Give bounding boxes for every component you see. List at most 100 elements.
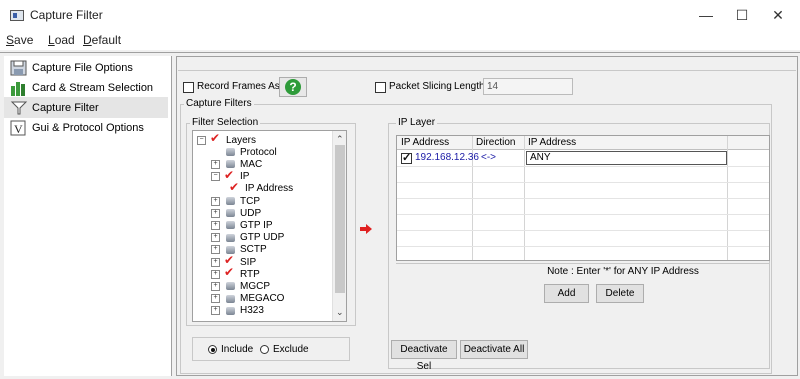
filter-selection-label: Filter Selection [190, 117, 261, 128]
scroll-up-icon[interactable]: ⌃ [336, 134, 344, 145]
layer-icon [224, 281, 237, 291]
tree-item-label: GTP UDP [240, 232, 285, 244]
tree-item[interactable]: − Layers [197, 131, 257, 146]
help-icon: ? [285, 79, 301, 95]
tree-item-label: MEGACO [240, 293, 285, 305]
expander-icon[interactable]: + [211, 245, 220, 255]
row-divider [397, 246, 769, 247]
tree-item-label: SIP [240, 256, 257, 268]
layer-icon [224, 233, 237, 243]
scrollbar-thumb[interactable] [335, 145, 345, 293]
help-button[interactable]: ? [279, 77, 307, 97]
tree-item-label: IP [240, 171, 250, 183]
menu-save[interactable]: Save [6, 33, 33, 47]
menu-default[interactable]: Default [83, 33, 121, 47]
tree-item[interactable]: + TCP [211, 195, 260, 207]
tree-item-label: MAC [240, 158, 263, 170]
scroll-down-icon[interactable]: ⌄ [336, 307, 344, 318]
sidebar-item-card-stream-selection[interactable]: Card & Stream Selection [10, 78, 153, 98]
tree-item[interactable]: + GTP UDP [211, 232, 284, 244]
packet-slicing-checkbox[interactable] [375, 82, 386, 93]
v-icon: V [10, 120, 28, 136]
tree-item[interactable]: IP Address [229, 180, 294, 195]
maximize-button[interactable]: ☐ [722, 4, 762, 26]
row-checkbox[interactable] [401, 151, 412, 164]
expander-icon[interactable]: + [211, 281, 220, 291]
sidebar-item-label: Capture Filter [32, 102, 99, 114]
include-radio-dot [211, 348, 215, 352]
sidebar-item-capture-filter[interactable]: Capture Filter [10, 98, 99, 118]
row-ip-address: 192.168.12.36 [415, 152, 479, 163]
ip-table-header [397, 136, 769, 150]
exclude-radio[interactable] [260, 345, 269, 354]
ip-note: Note : Enter '*' for ANY IP Address [396, 263, 770, 278]
sidebar-item-capture-file-options[interactable]: Capture File Options [10, 58, 133, 78]
tree-item[interactable]: + MEGACO [211, 293, 284, 305]
row-divider [397, 230, 769, 231]
record-frames-checkbox[interactable] [183, 82, 194, 93]
expander-icon[interactable]: + [211, 233, 220, 243]
tree-item[interactable]: Protocol [211, 146, 277, 158]
tree-item[interactable]: + MAC [211, 158, 262, 170]
exclude-label: Exclude [273, 344, 309, 355]
app-icon [10, 10, 24, 21]
tree-item-label: IP Address [245, 183, 294, 195]
delete-button[interactable]: Delete [596, 284, 644, 303]
expander-icon[interactable]: + [211, 208, 220, 218]
layer-icon [224, 196, 237, 206]
deactivate-sel-button[interactable]: Deactivate Sel [391, 340, 457, 372]
expander-icon[interactable]: + [211, 196, 220, 206]
layer-icon [224, 208, 237, 218]
sidebar-item-label: Gui & Protocol Options [32, 122, 144, 134]
ip-layer-label: IP Layer [396, 117, 438, 128]
expander-icon[interactable]: + [211, 220, 220, 230]
sidebar-item-gui-protocol-options[interactable]: V Gui & Protocol Options [10, 118, 144, 138]
row-divider [397, 214, 769, 215]
packet-slicing-label: Packet Slicing [389, 81, 452, 92]
tree-scrollbar[interactable]: ⌃ ⌄ [332, 131, 346, 321]
column-header-ip-address[interactable]: IP Address [401, 137, 449, 148]
deactivate-all-button[interactable]: Deactivate All [460, 340, 528, 359]
length-input[interactable]: 14 [483, 78, 573, 95]
tree-item-label: UDP [240, 207, 262, 219]
row-direction[interactable]: <-> [481, 152, 496, 163]
tree-item[interactable]: + SCTP [211, 244, 267, 256]
add-button[interactable]: Add [544, 284, 589, 303]
layer-icon [224, 147, 237, 157]
expander-icon[interactable]: + [211, 306, 220, 316]
row-divider [397, 166, 769, 167]
menu-divider [0, 52, 800, 53]
expander-icon[interactable]: − [211, 172, 220, 182]
title-bar [0, 0, 800, 30]
column-header-direction[interactable]: Direction [476, 137, 515, 148]
minimize-button[interactable]: — [686, 4, 726, 26]
tree-item[interactable]: + GTP IP [211, 219, 273, 231]
filter-tree: − LayersProtocol + MAC − IPIP Address + TCP + UDP… [192, 130, 347, 322]
window-title: Capture Filter [30, 8, 103, 22]
funnel-icon [10, 100, 28, 116]
checked-layer-icon [229, 180, 242, 194]
svg-text:V: V [14, 122, 23, 136]
ip-table: IP Address Direction IP Address 192.168.… [396, 135, 770, 261]
tree-item[interactable]: + UDP [211, 207, 261, 219]
expander-icon[interactable]: − [197, 135, 206, 145]
expander-icon[interactable]: + [211, 257, 220, 267]
row-ip-address-2-input[interactable]: ANY [526, 151, 727, 165]
close-button[interactable]: ✕ [758, 4, 798, 26]
record-frames-label: Record Frames As Is [197, 81, 291, 92]
tree-item[interactable]: + MGCP [211, 280, 270, 292]
capture-filters-label: Capture Filters [184, 98, 254, 109]
layer-icon [224, 294, 237, 304]
expander-icon[interactable]: + [211, 294, 220, 304]
column-header-ip-address-2[interactable]: IP Address [528, 137, 576, 148]
tree-item-label: Layers [226, 134, 257, 146]
expander-icon[interactable]: + [211, 269, 220, 279]
include-label: Include [221, 344, 254, 355]
tree-item[interactable]: + H323 [211, 305, 264, 317]
table-row[interactable]: 192.168.12.36 <-> ANY [397, 151, 769, 166]
include-radio[interactable] [208, 345, 217, 354]
tree-item[interactable]: + RTP [211, 265, 260, 280]
row-divider [397, 198, 769, 199]
menu-load[interactable]: Load [48, 33, 75, 47]
expander-icon[interactable]: + [211, 159, 220, 169]
